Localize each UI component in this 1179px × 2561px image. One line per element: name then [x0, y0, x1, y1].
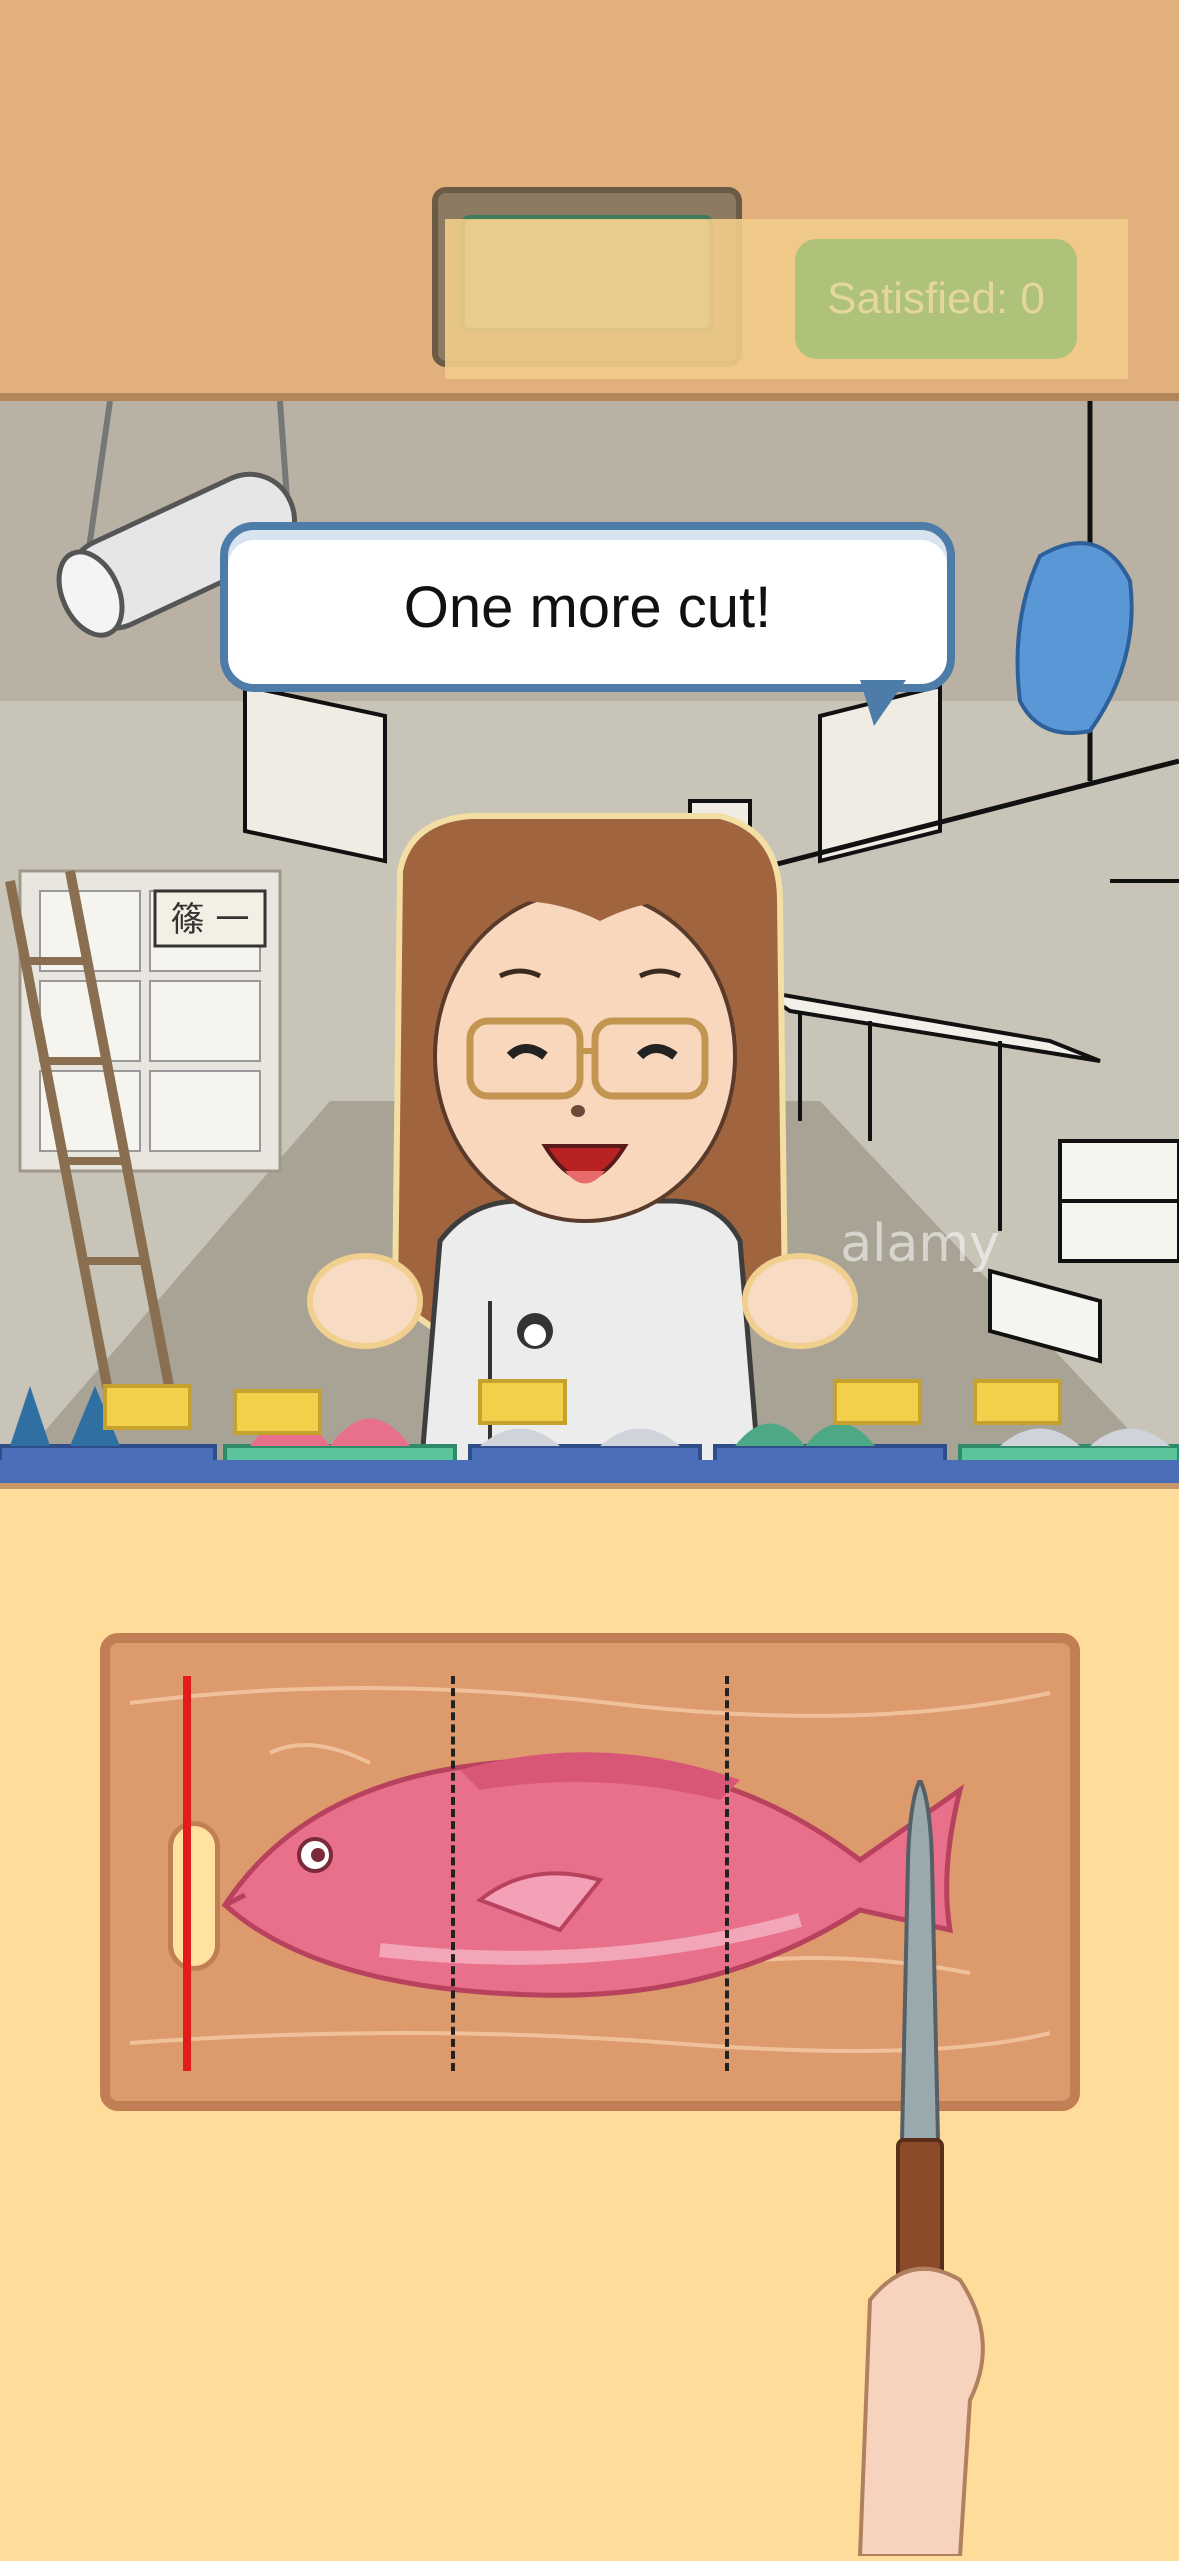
work-area-border [0, 1483, 1179, 1489]
satisfied-counter: Satisfied: 0 [795, 239, 1077, 359]
top-bar: Satisfied: 0 [0, 0, 1179, 393]
remaining-cut-line [725, 1676, 729, 2071]
knife[interactable] [850, 1775, 1000, 2558]
speech-bubble-tail [860, 680, 906, 726]
counter-strip [0, 1460, 1179, 1483]
top-bar-border [0, 393, 1179, 401]
remaining-cut-line [451, 1676, 455, 2071]
satisfied-panel: Satisfied: 0 [445, 219, 1128, 379]
knife-icon[interactable] [850, 1775, 1000, 2558]
completed-cut-line [183, 1676, 191, 2071]
speech-bubble: One more cut! [220, 522, 955, 692]
